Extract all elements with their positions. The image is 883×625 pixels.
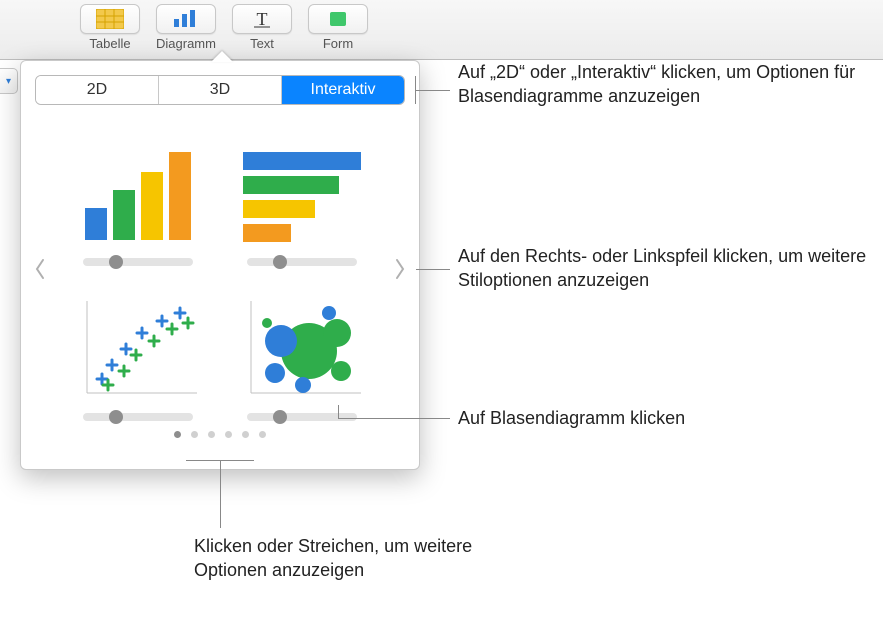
- page-dot[interactable]: [208, 431, 215, 438]
- page-dot[interactable]: [174, 431, 181, 438]
- callout-bubble: Auf Blasendiagramm klicken: [458, 406, 858, 430]
- callout-arrows: Auf den Rechts- oder Linkspfeil klicken,…: [458, 244, 873, 293]
- chart-type-segmented-control: 2D 3D Interaktiv: [35, 75, 405, 105]
- toolbar-item-chart[interactable]: Diagramm: [156, 4, 216, 51]
- toolbar-item-shape[interactable]: Form: [308, 4, 368, 51]
- table-icon: [80, 4, 140, 34]
- chart-thumb-bubble[interactable]: [231, 276, 373, 421]
- chart-picker-popover: 2D 3D Interaktiv: [20, 60, 420, 470]
- toolbar-label: Text: [250, 36, 274, 51]
- page-dot[interactable]: [225, 431, 232, 438]
- page-dot[interactable]: [242, 431, 249, 438]
- tab-3d[interactable]: 3D: [159, 76, 282, 104]
- style-slider[interactable]: [83, 258, 193, 266]
- style-slider[interactable]: [247, 413, 357, 421]
- callout-tabs: Auf „2D“ oder „Interaktiv“ klicken, um O…: [458, 60, 863, 109]
- page-indicator[interactable]: [21, 431, 419, 438]
- page-dot[interactable]: [191, 431, 198, 438]
- style-slider[interactable]: [247, 258, 357, 266]
- toolbar: Tabelle Diagramm T Text Form: [0, 0, 883, 60]
- callout-dots: Klicken oder Streichen, um weitere Optio…: [194, 534, 534, 583]
- toolbar-item-text[interactable]: T Text: [232, 4, 292, 51]
- chart-thumb-scatter[interactable]: [67, 276, 209, 421]
- svg-text:T: T: [257, 9, 268, 29]
- leader-line: [186, 460, 254, 461]
- leader-line: [415, 76, 416, 104]
- leader-line: [338, 405, 339, 419]
- toolbar-label: Form: [323, 36, 353, 51]
- toolbar-item-table[interactable]: Tabelle: [80, 4, 140, 51]
- tab-2d[interactable]: 2D: [36, 76, 159, 104]
- bar-chart-icon: [156, 4, 216, 34]
- chart-thumbnail-grid: [21, 109, 419, 429]
- toolbar-label: Diagramm: [156, 36, 216, 51]
- page-dot[interactable]: [259, 431, 266, 438]
- tab-interactive[interactable]: Interaktiv: [282, 76, 404, 104]
- sidebar-dropdown-edge[interactable]: ▾: [0, 68, 18, 94]
- text-icon: T: [232, 4, 292, 34]
- leader-line: [416, 269, 450, 270]
- shape-icon: [308, 4, 368, 34]
- leader-line: [338, 418, 450, 419]
- chart-thumb-vertical-bar[interactable]: [67, 121, 209, 266]
- chevron-left-icon[interactable]: [27, 249, 53, 289]
- leader-line: [415, 90, 450, 91]
- leader-line: [220, 460, 221, 528]
- chart-thumb-horizontal-bar[interactable]: [231, 121, 373, 266]
- toolbar-label: Tabelle: [89, 36, 130, 51]
- style-slider[interactable]: [83, 413, 193, 421]
- chevron-right-icon[interactable]: [387, 249, 413, 289]
